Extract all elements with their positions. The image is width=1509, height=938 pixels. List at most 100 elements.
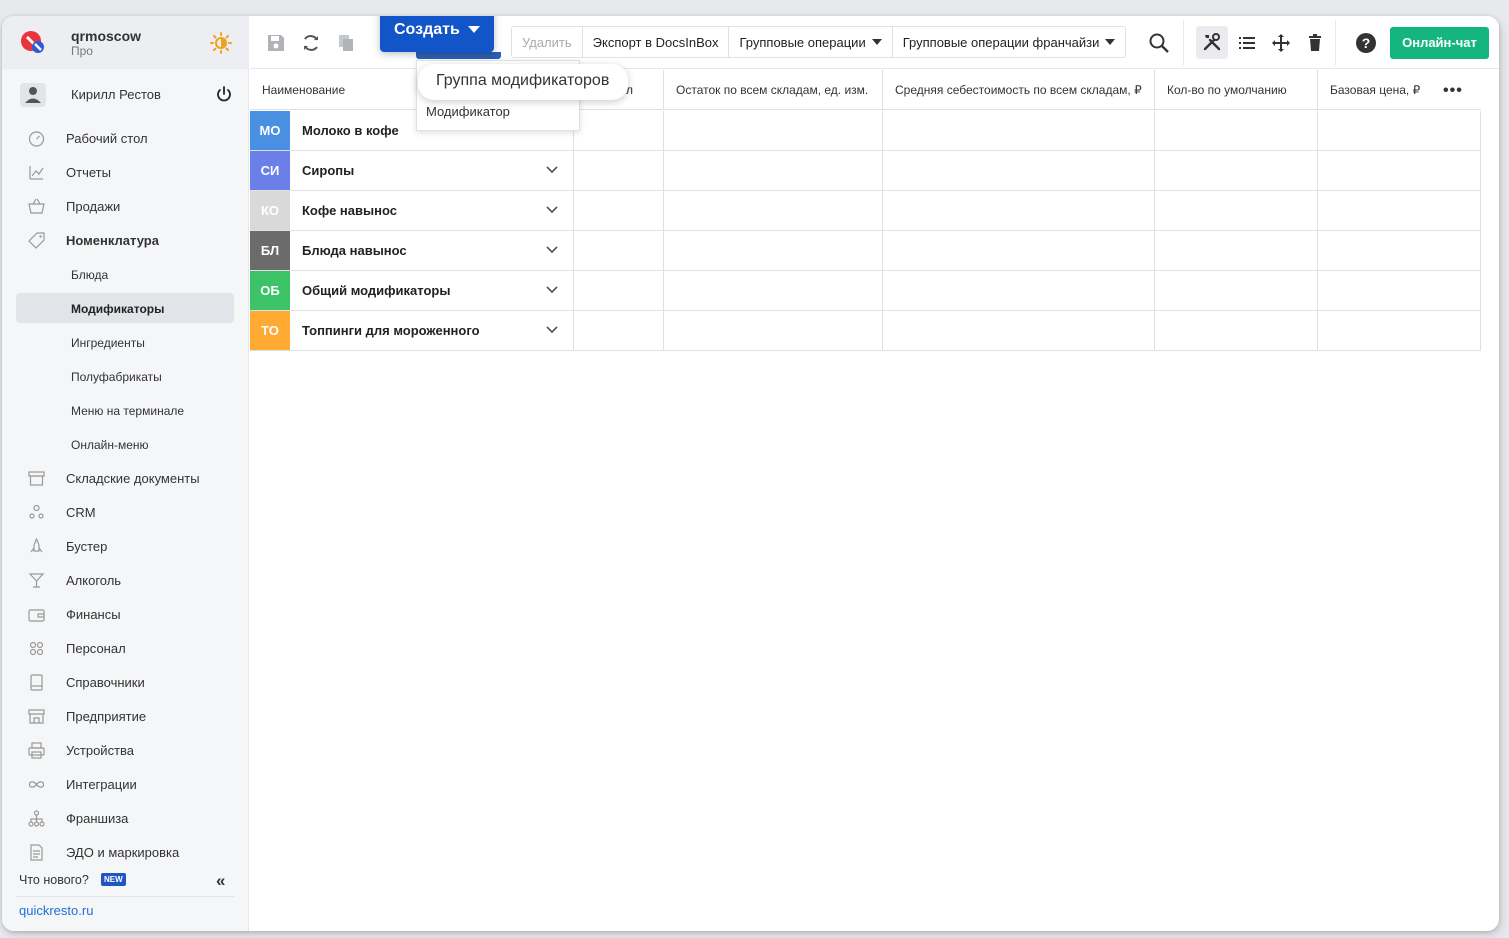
sidebar-item-sales[interactable]: Продажи (16, 191, 234, 221)
sidebar-item-booster[interactable]: Бустер (16, 531, 234, 561)
user-row[interactable]: Кирилл Рестов (2, 76, 249, 114)
sidebar-item-label: Продажи (66, 199, 121, 214)
team-icon (29, 641, 44, 656)
copy-icon[interactable] (336, 33, 356, 53)
sidebar-subitem-modifiers[interactable]: Модификаторы (16, 293, 234, 323)
divider (1183, 20, 1184, 65)
search-icon[interactable] (1148, 32, 1170, 54)
sidebar-item-finance[interactable]: Финансы (16, 599, 234, 629)
table-row[interactable]: ТО Топпинги для мороженного (250, 311, 1481, 351)
sidebar-item-edo[interactable]: ЭДО и маркировка (16, 837, 234, 867)
sidebar-item-label: Складские документы (66, 471, 200, 486)
sidebar-item-label: Финансы (66, 607, 121, 622)
delete-button[interactable]: Удалить (512, 27, 583, 57)
save-icon[interactable] (266, 33, 286, 53)
group-ops-dropdown[interactable]: Групповые операции (729, 27, 893, 57)
table-cell[interactable] (250, 271, 1481, 310)
sidebar-subitem-terminal-menu[interactable]: Меню на терминале (16, 395, 234, 425)
sidebar-item-reports[interactable]: Отчеты (16, 157, 234, 187)
sidebar-item-devices[interactable]: Устройства (16, 735, 234, 765)
tag-icon (28, 232, 45, 249)
sidebar-item-label: Предприятие (66, 709, 147, 724)
sidebar-subitem-dishes[interactable]: Блюда (16, 259, 234, 289)
sidebar-item-label: Бустер (66, 539, 108, 554)
user-icon (20, 83, 46, 107)
table-cell[interactable] (250, 151, 1481, 190)
group-ops-label: Групповые операции (739, 34, 866, 50)
sidebar-item-label: Франшиза (66, 811, 129, 826)
wallet-icon (28, 609, 45, 622)
create-modifier-group-item[interactable]: Группа модификаторов (418, 64, 628, 100)
sidebar-item-label: Персонал (66, 641, 126, 656)
sidebar-subitem-semis[interactable]: Полуфабрикаты (16, 361, 234, 391)
sidebar-item-crm[interactable]: CRM (16, 497, 234, 527)
sidebar-item-label: Ингредиенты (71, 336, 145, 350)
group-ops-franchise-dropdown[interactable]: Групповые операции франчайзи (893, 27, 1126, 57)
table-cell[interactable] (250, 311, 1481, 350)
sidebar-item-franchise[interactable]: Франшиза (16, 803, 234, 833)
quickresto-logo-icon (21, 31, 44, 53)
sidebar-item-alcohol[interactable]: Алкоголь (16, 565, 234, 595)
table-row[interactable]: КО Кофе навынос (250, 191, 1481, 231)
sidebar-item-label: Алкоголь (66, 573, 122, 588)
sidebar-item-label: ЭДО и маркировка (66, 845, 180, 860)
scrollbar[interactable] (1489, 116, 1495, 931)
whats-new-link[interactable]: Что нового? (19, 873, 89, 887)
help-icon[interactable]: ? (1356, 33, 1376, 53)
rocket-icon (30, 538, 43, 553)
settings-tools-button[interactable] (1196, 26, 1228, 59)
power-icon[interactable] (215, 85, 233, 103)
hierarchy-icon (28, 810, 45, 827)
table-row[interactable]: ОБ Общий модификаторы (250, 271, 1481, 311)
table-row[interactable]: СИ Сиропы (250, 151, 1481, 191)
divider (1335, 20, 1336, 65)
basket-icon (28, 198, 45, 214)
more-options-icon[interactable]: ••• (1443, 82, 1463, 100)
table-cell[interactable] (250, 191, 1481, 230)
sidebar-item-refs[interactable]: Справочники (16, 667, 234, 697)
online-chat-button[interactable]: Онлайн-чат (1390, 27, 1489, 59)
org-plan: Про (71, 44, 93, 58)
sidebar-item-label: Справочники (66, 675, 145, 690)
archive-icon (28, 471, 45, 486)
sidebar-item-integrations[interactable]: Интеграции (16, 769, 234, 799)
sidebar-item-label: Отчеты (66, 165, 111, 180)
column-header-stock[interactable]: Остаток по всем складам, ед. изм. (664, 70, 883, 110)
infinity-icon (28, 781, 45, 788)
trash-icon[interactable] (1305, 33, 1325, 53)
site-link[interactable]: quickresto.ru (19, 903, 93, 918)
refresh-icon[interactable] (301, 33, 321, 53)
divider (16, 896, 234, 897)
collapse-sidebar-icon[interactable]: « (216, 871, 225, 891)
sidebar-item-dashboard[interactable]: Рабочий стол (16, 123, 234, 153)
caret-down-icon (1105, 39, 1116, 45)
tools-icon (1203, 33, 1221, 51)
table-row[interactable]: БЛ Блюда навынос (250, 231, 1481, 271)
move-icon[interactable] (1271, 33, 1291, 53)
table-cell[interactable] (250, 231, 1481, 270)
create-button-label: Создать (394, 21, 460, 38)
caret-down-icon (871, 39, 882, 45)
export-docsinbox-button[interactable]: Экспорт в DocsInBox (583, 27, 730, 57)
new-badge: NEW (101, 873, 126, 886)
sidebar-subitem-ingredients[interactable]: Ингредиенты (16, 327, 234, 357)
org-header[interactable]: qrmoscow Про (2, 16, 249, 69)
sidebar-item-staff[interactable]: Персонал (16, 633, 234, 663)
printer-icon (28, 742, 45, 759)
sidebar-item-nomenclature[interactable]: Номенклатура (16, 225, 234, 255)
caret-down-icon (467, 26, 480, 34)
theme-toggle-icon[interactable] (210, 32, 232, 54)
sidebar-item-company[interactable]: Предприятие (16, 701, 234, 731)
sidebar-item-label: Меню на терминале (71, 404, 185, 418)
app-window: qrmoscow Про Кирилл Рестов Рабочий стол … (2, 16, 1499, 931)
sidebar-subitem-online-menu[interactable]: Онлайн-меню (16, 429, 234, 459)
sidebar-item-warehouse[interactable]: Складские документы (16, 463, 234, 493)
column-header-default-qty[interactable]: Кол-во по умолчанию (1155, 70, 1318, 110)
create-modifier-item[interactable]: Модификатор (426, 104, 510, 119)
sidebar-item-label: Интеграции (66, 777, 137, 792)
org-name: qrmoscow (71, 28, 142, 44)
create-button[interactable]: Создать (380, 16, 494, 52)
list-icon[interactable] (1237, 33, 1257, 53)
sidebar: qrmoscow Про Кирилл Рестов Рабочий стол … (2, 16, 249, 931)
column-header-avg-cost[interactable]: Средняя себестоимость по всем складам, ₽ (883, 70, 1155, 110)
